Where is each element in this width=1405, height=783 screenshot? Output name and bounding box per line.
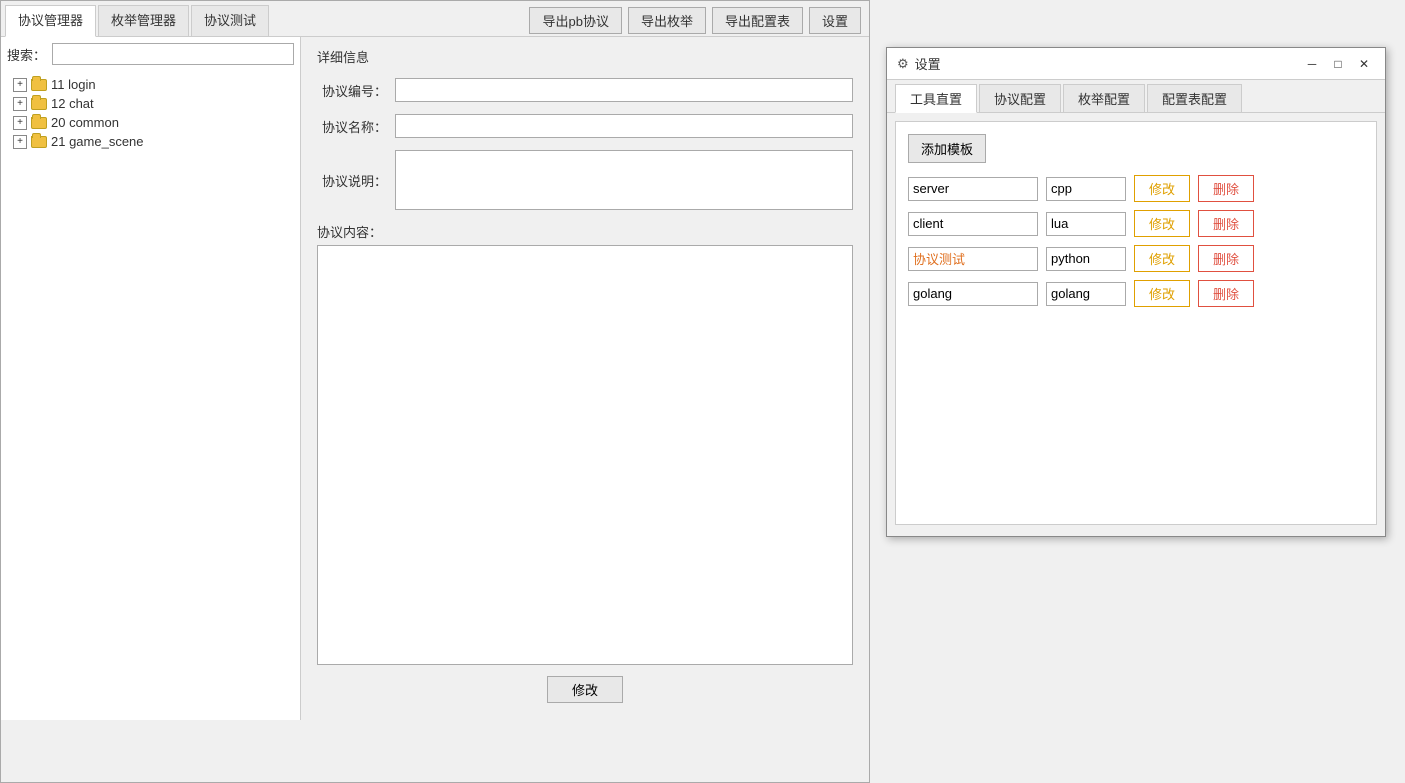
right-panel: 详细信息 协议编号： 协议名称： 协议说明： 协议内容： 修改	[301, 37, 869, 720]
maximize-btn[interactable]: □	[1327, 54, 1349, 74]
tree-label-game-scene: 21 game_scene	[51, 134, 144, 149]
template-type-golang[interactable]	[1046, 282, 1126, 306]
template-type-protocol-test[interactable]	[1046, 247, 1126, 271]
tab-protocol-manager[interactable]: 协议管理器	[5, 5, 96, 37]
folder-icon-login	[31, 79, 47, 91]
protocol-content-input[interactable]	[317, 245, 853, 665]
template-name-client[interactable]	[908, 212, 1038, 236]
folder-icon-game-scene	[31, 136, 47, 148]
tree-label-login: 11 login	[51, 77, 96, 92]
search-bar: 搜索：	[7, 43, 294, 65]
protocol-number-label: 协议编号：	[317, 81, 387, 100]
protocol-name-label: 协议名称：	[317, 117, 387, 136]
folder-icon-common	[31, 117, 47, 129]
template-row-server: 修改 删除	[908, 175, 1364, 202]
template-modify-protocol-test[interactable]: 修改	[1134, 245, 1190, 272]
dialog-titlebar: ⚙ 设置 ─ □ ✕	[887, 48, 1385, 80]
template-delete-golang[interactable]: 删除	[1198, 280, 1254, 307]
detail-title: 详细信息	[317, 47, 853, 66]
search-label: 搜索：	[7, 45, 46, 64]
main-content: 搜索： + 11 login + 12 chat +	[1, 37, 869, 720]
dialog-title: ⚙ 设置	[897, 54, 941, 73]
template-row-protocol-test: 修改 删除	[908, 245, 1364, 272]
bottom-bar: 修改	[317, 668, 853, 711]
settings-dialog: ⚙ 设置 ─ □ ✕ 工具直置 协议配置 枚举配置 配置表配置 添加模板 修改 …	[886, 47, 1386, 537]
tree-item-common[interactable]: + 20 common	[9, 113, 292, 132]
template-modify-golang[interactable]: 修改	[1134, 280, 1190, 307]
protocol-content-label: 协议内容：	[317, 222, 853, 241]
dialog-tabs: 工具直置 协议配置 枚举配置 配置表配置	[887, 80, 1385, 113]
template-delete-server[interactable]: 删除	[1198, 175, 1254, 202]
tree-toggle-game-scene[interactable]: +	[13, 135, 27, 149]
tab-tool-settings[interactable]: 工具直置	[895, 84, 977, 113]
tree-toggle-chat[interactable]: +	[13, 97, 27, 111]
tab-protocol-test[interactable]: 协议测试	[191, 5, 269, 36]
dialog-content: 添加模板 修改 删除 修改 删除 修改 删除 修改 删除	[895, 121, 1377, 525]
tab-enum-manager[interactable]: 枚举管理器	[98, 5, 189, 36]
close-btn[interactable]: ✕	[1353, 54, 1375, 74]
protocol-desc-label: 协议说明：	[317, 171, 387, 190]
tab-enum-config[interactable]: 枚举配置	[1063, 84, 1145, 112]
template-modify-client[interactable]: 修改	[1134, 210, 1190, 237]
protocol-name-input[interactable]	[395, 114, 853, 138]
tab-protocol-config[interactable]: 协议配置	[979, 84, 1061, 112]
template-row-golang: 修改 删除	[908, 280, 1364, 307]
protocol-number-input[interactable]	[395, 78, 853, 102]
protocol-number-row: 协议编号：	[317, 78, 853, 102]
main-tab-bar: 协议管理器 枚举管理器 协议测试 导出pb协议 导出枚举 导出配置表 设置	[1, 1, 869, 37]
template-delete-client[interactable]: 删除	[1198, 210, 1254, 237]
template-delete-protocol-test[interactable]: 删除	[1198, 245, 1254, 272]
tree-toggle-common[interactable]: +	[13, 116, 27, 130]
add-template-btn[interactable]: 添加模板	[908, 134, 986, 163]
folder-icon-chat	[31, 98, 47, 110]
template-name-server[interactable]	[908, 177, 1038, 201]
protocol-name-row: 协议名称：	[317, 114, 853, 138]
template-modify-server[interactable]: 修改	[1134, 175, 1190, 202]
settings-btn[interactable]: 设置	[809, 7, 861, 34]
main-window: 协议管理器 枚举管理器 协议测试 导出pb协议 导出枚举 导出配置表 设置 搜索…	[0, 0, 870, 783]
protocol-desc-row: 协议说明：	[317, 150, 853, 210]
export-config-btn[interactable]: 导出配置表	[712, 7, 803, 34]
tree-label-common: 20 common	[51, 115, 119, 130]
protocol-desc-input[interactable]	[395, 150, 853, 210]
protocol-content-section: 协议内容：	[317, 222, 853, 668]
export-enum-btn[interactable]: 导出枚举	[628, 7, 706, 34]
settings-icon: ⚙	[897, 56, 909, 72]
tab-config-table[interactable]: 配置表配置	[1147, 84, 1242, 112]
dialog-controls: ─ □ ✕	[1301, 54, 1375, 74]
template-row-client: 修改 删除	[908, 210, 1364, 237]
template-type-server[interactable]	[1046, 177, 1126, 201]
export-pb-btn[interactable]: 导出pb协议	[529, 7, 621, 34]
tree-area: + 11 login + 12 chat + 20 common	[7, 73, 294, 153]
tree-label-chat: 12 chat	[51, 96, 94, 111]
tree-item-login[interactable]: + 11 login	[9, 75, 292, 94]
tree-item-game-scene[interactable]: + 21 game_scene	[9, 132, 292, 151]
tree-item-chat[interactable]: + 12 chat	[9, 94, 292, 113]
template-name-golang[interactable]	[908, 282, 1038, 306]
tree-toggle-login[interactable]: +	[13, 78, 27, 92]
left-panel: 搜索： + 11 login + 12 chat +	[1, 37, 301, 720]
minimize-btn[interactable]: ─	[1301, 54, 1323, 74]
detail-modify-btn[interactable]: 修改	[547, 676, 623, 703]
template-name-protocol-test[interactable]	[908, 247, 1038, 271]
search-input[interactable]	[52, 43, 294, 65]
template-type-client[interactable]	[1046, 212, 1126, 236]
